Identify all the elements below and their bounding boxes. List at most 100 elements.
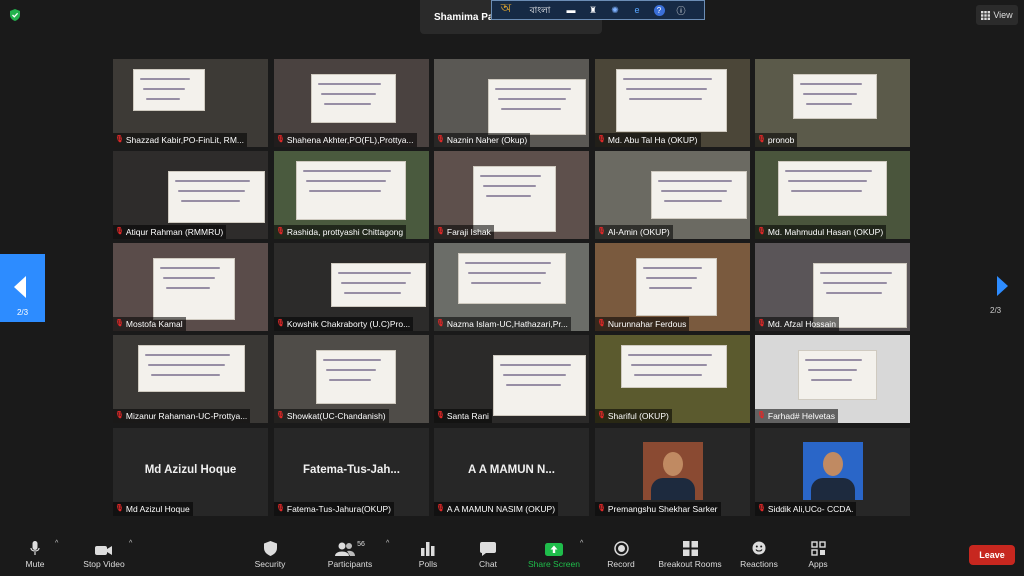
participant-tile[interactable]: 🎙 Farhad# Helvetas xyxy=(755,335,910,423)
muted-microphone-icon: 🎙 xyxy=(115,320,124,327)
participant-tile[interactable]: 🎙 pronob xyxy=(755,59,910,147)
stop-video-label: Stop Video xyxy=(83,559,125,569)
muted-microphone-icon: 🎙 xyxy=(115,505,124,512)
participant-name-text: Shahena Akhter,PO(FL),Prottya... xyxy=(286,135,414,145)
participant-tile[interactable]: 🎙 Showkat(UC-Chandanish) xyxy=(274,335,429,423)
handwritten-sign-image xyxy=(311,74,396,123)
participant-tile[interactable]: 🎙 Rashida, prottyashi Chittagong xyxy=(274,151,429,239)
participant-tile[interactable]: 🎙 Kowshik Chakraborty (U.C)Pro... xyxy=(274,243,429,331)
participant-tile[interactable]: 🎙 Nazma Islam-UC,Hathazari,Pr... xyxy=(434,243,589,331)
participant-tile[interactable]: 🎙 Shazzad Kabir,PO-FinLit, RM... xyxy=(113,59,268,147)
participant-tile[interactable]: 🎙 Shariful (OKUP) xyxy=(595,335,750,423)
participant-display-name: A A MAMUN N... xyxy=(468,464,555,476)
security-button[interactable]: Security xyxy=(250,534,290,576)
participant-name-label: 🎙 Shazzad Kabir,PO-FinLit, RM... xyxy=(113,133,247,147)
participant-tile[interactable]: Md Azizul Hoque 🎙 Md Azizul Hoque xyxy=(113,428,268,516)
participant-tile[interactable]: 🎙 Nurunnahar Ferdous xyxy=(595,243,750,331)
mute-options-caret-icon[interactable]: ^ xyxy=(55,540,58,547)
participant-tile[interactable]: 🎙 Al-Amin (OKUP) xyxy=(595,151,750,239)
participant-tile[interactable]: 🎙 Siddik Ali,UCo- CCDA. xyxy=(755,428,910,516)
participant-tile[interactable]: 🎙 Mizanur Rahaman-UC-Prottya... xyxy=(113,335,268,423)
participant-name-label: 🎙 Shariful (OKUP) xyxy=(595,409,672,423)
participant-tile[interactable]: 🎙 Naznin Naher (Okup) xyxy=(434,59,589,147)
participants-options-caret-icon[interactable]: ^ xyxy=(386,540,389,547)
participant-tile[interactable]: 🎙 Atiqur Rahman (RMMRU) xyxy=(113,151,268,239)
participant-name-label: 🎙 Md. Afzal Hossain xyxy=(755,317,839,331)
participant-name-text: Mostofa Kamal xyxy=(125,319,183,329)
handwritten-sign-image xyxy=(651,171,747,219)
participant-name-text: Shazzad Kabir,PO-FinLit, RM... xyxy=(125,135,244,145)
chat-button[interactable]: Chat xyxy=(473,534,503,576)
participant-name-text: pronob xyxy=(767,135,795,145)
polls-button[interactable]: Polls xyxy=(413,534,443,576)
participant-tile[interactable]: A A MAMUN N... 🎙 A A MAMUN NASIM (OKUP) xyxy=(434,428,589,516)
record-icon xyxy=(613,541,629,556)
page-indicator-left: 2/3 xyxy=(16,308,29,317)
participant-tile[interactable]: 🎙 Md. Afzal Hossain xyxy=(755,243,910,331)
handwriting-stroke xyxy=(146,98,180,100)
participant-tile[interactable]: 🎙 Mostofa Kamal xyxy=(113,243,268,331)
handwritten-sign-image xyxy=(458,253,566,304)
leave-button[interactable]: Leave xyxy=(969,545,1015,565)
participants-button[interactable]: 56 Participants xyxy=(323,534,377,576)
participant-tile[interactable]: 🎙 Santa Rani xyxy=(434,335,589,423)
record-button[interactable]: Record xyxy=(604,534,638,576)
encryption-shield-icon[interactable] xyxy=(9,9,21,21)
participant-name-label: 🎙 Mostofa Kamal xyxy=(113,317,186,331)
participant-tile[interactable]: Fatema-Tus-Jah... 🎙 Fatema-Tus-Jahura(OKUP… xyxy=(274,428,429,516)
stop-video-button[interactable]: Stop Video xyxy=(78,534,130,576)
handwriting-stroke xyxy=(800,83,862,85)
handwritten-sign-image xyxy=(331,263,426,307)
participant-name-text: Fatema-Tus-Jahura(OKUP) xyxy=(286,504,391,514)
keyboard-icon[interactable]: ▬ xyxy=(560,5,582,15)
settings-icon[interactable]: ✺ xyxy=(604,5,626,16)
handwriting-stroke xyxy=(629,98,702,100)
face-shape xyxy=(663,452,683,476)
handwriting-stroke xyxy=(151,374,220,376)
previous-page-button[interactable]: 2/3 xyxy=(0,254,45,322)
grid-view-icon xyxy=(981,10,991,20)
record-label: Record xyxy=(607,559,635,569)
handwritten-sign-image xyxy=(793,74,877,119)
participant-tile[interactable]: 🎙 Md. Mahmudul Hasan (OKUP) xyxy=(755,151,910,239)
video-options-caret-icon[interactable]: ^ xyxy=(129,540,132,547)
handwriting-stroke xyxy=(318,83,381,85)
handwriting-stroke xyxy=(643,267,702,269)
participant-profile-photo xyxy=(643,442,703,500)
handwriting-stroke xyxy=(341,282,406,284)
participants-icon xyxy=(335,542,356,556)
handwriting-stroke xyxy=(806,103,852,105)
chevron-left-icon xyxy=(14,276,26,298)
help-icon[interactable]: ? xyxy=(648,4,670,16)
participant-tile[interactable]: 🎙 Md. Abu Tal Ha (OKUP) xyxy=(595,59,750,147)
language-toolbar[interactable]: অ বাংলা ▬ ♜ ✺ e ? ⓘ xyxy=(491,0,705,20)
apps-button[interactable]: Apps xyxy=(803,534,833,576)
participant-name-label: 🎙 Kowshik Chakraborty (U.C)Pro... xyxy=(274,317,414,331)
video-grid: 🎙 Shazzad Kabir,PO-FinLit, RM... 🎙 Shahena … xyxy=(113,59,911,516)
mute-button[interactable]: Mute xyxy=(18,534,52,576)
participant-name-text: Showkat(UC-Chandanish) xyxy=(286,411,386,421)
muted-microphone-icon: 🎙 xyxy=(436,228,445,235)
share-options-caret-icon[interactable]: ^ xyxy=(580,540,583,547)
participant-tile[interactable]: 🎙 Shahena Akhter,PO(FL),Prottya... xyxy=(274,59,429,147)
view-button[interactable]: View xyxy=(976,5,1018,25)
browser-icon[interactable]: e xyxy=(626,5,648,15)
language-label[interactable]: বাংলা xyxy=(520,3,560,18)
participant-tile[interactable]: 🎙 Premangshu Shekhar Sarker xyxy=(595,428,750,516)
chevron-right-icon xyxy=(997,276,1008,296)
share-screen-button[interactable]: Share Screen xyxy=(526,534,582,576)
handwriting-stroke xyxy=(811,379,852,381)
participant-name-label: 🎙 Santa Rani xyxy=(434,409,492,423)
participant-name-text: Al-Amin (OKUP) xyxy=(607,227,670,237)
participant-name-text: Santa Rani xyxy=(446,411,489,421)
handwriting-stroke xyxy=(626,88,707,90)
participant-tile[interactable]: 🎙 Faraji Ishak xyxy=(434,151,589,239)
next-page-button[interactable]: 2/3 xyxy=(990,276,1010,316)
info-icon[interactable]: ⓘ xyxy=(670,4,692,17)
breakout-rooms-button[interactable]: Breakout Rooms xyxy=(655,534,725,576)
tool-icon[interactable]: ♜ xyxy=(582,5,604,16)
handwriting-stroke xyxy=(324,103,371,105)
language-logo-icon[interactable]: অ xyxy=(492,0,520,20)
handwriting-stroke xyxy=(820,272,892,274)
reactions-button[interactable]: Reactions xyxy=(737,534,781,576)
